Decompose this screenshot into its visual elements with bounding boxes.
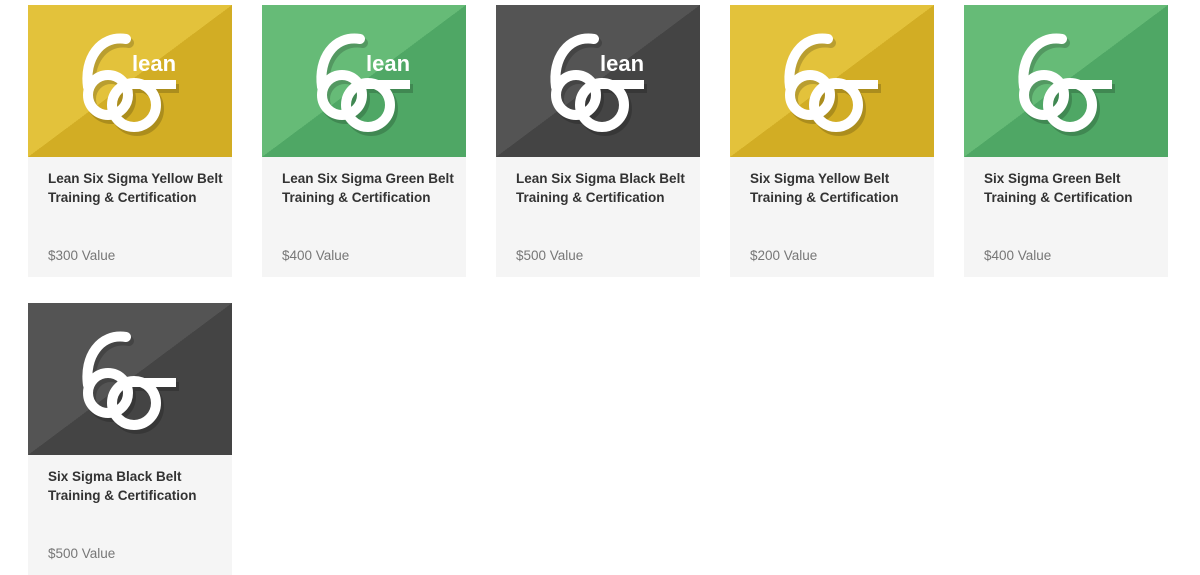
six-sigma-logo-icon (1018, 33, 1115, 136)
six-sigma-logo-icon: lean (316, 33, 413, 136)
course-price: $400 Value (984, 248, 1052, 263)
course-thumbnail: lean (28, 5, 232, 157)
course-thumbnail: lean (262, 5, 466, 157)
course-price: $300 Value (48, 248, 116, 263)
course-price: $500 Value (48, 546, 116, 561)
course-price: $400 Value (282, 248, 350, 263)
course-title: Lean Six Sigma Yellow Belt Training & Ce… (48, 171, 223, 205)
lean-logo-text: lean (600, 51, 644, 76)
course-card[interactable]: lean Lean Six Sigma Yellow Belt Training… (28, 5, 232, 277)
course-grid: lean Lean Six Sigma Yellow Belt Training… (0, 0, 1200, 575)
six-sigma-logo-icon (82, 331, 179, 434)
course-price: $500 Value (516, 248, 584, 263)
course-title: Six Sigma Green Belt Training & Certific… (984, 171, 1133, 205)
course-thumbnail (28, 303, 232, 455)
course-thumbnail (964, 5, 1168, 157)
six-sigma-logo-icon (784, 33, 881, 136)
six-sigma-logo-icon: lean (550, 33, 647, 136)
course-title: Lean Six Sigma Green Belt Training & Cer… (282, 171, 454, 205)
course-title: Six Sigma Yellow Belt Training & Certifi… (750, 171, 899, 205)
lean-logo-text: lean (366, 51, 410, 76)
course-title: Lean Six Sigma Black Belt Training & Cer… (516, 171, 685, 205)
course-card[interactable]: lean Lean Six Sigma Green Belt Training … (262, 5, 466, 277)
course-price: $200 Value (750, 248, 818, 263)
course-thumbnail: lean (496, 5, 700, 157)
course-card[interactable]: Six Sigma Yellow Belt Training & Certifi… (730, 5, 934, 277)
lean-logo-text: lean (132, 51, 176, 76)
course-thumbnail (730, 5, 934, 157)
course-card[interactable]: Six Sigma Green Belt Training & Certific… (964, 5, 1168, 277)
six-sigma-logo-icon: lean (82, 33, 179, 136)
course-card[interactable]: lean Lean Six Sigma Black Belt Training … (496, 5, 700, 277)
course-title: Six Sigma Black Belt Training & Certific… (48, 469, 197, 503)
course-card[interactable]: Six Sigma Black Belt Training & Certific… (28, 303, 232, 575)
